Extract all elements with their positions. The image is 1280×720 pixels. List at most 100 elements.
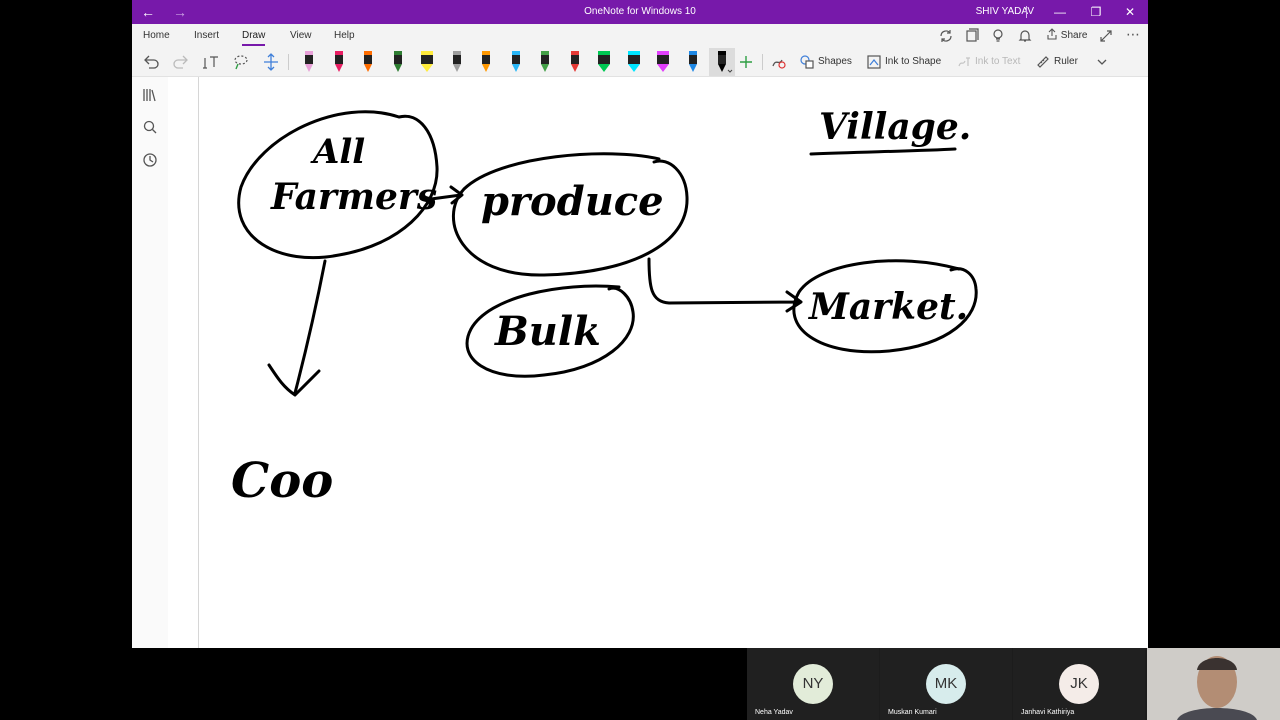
toolbar-divider <box>762 54 763 70</box>
pen-icon <box>541 51 549 72</box>
ink-arrow-down <box>267 259 327 397</box>
restore-icon[interactable]: ❐ <box>1078 0 1114 24</box>
meeting-participants: NY Neha Yadav MK Muskan Kumari JK Janhav… <box>747 648 1280 720</box>
title-separator <box>1026 6 1027 18</box>
expand-icon[interactable] <box>1098 28 1114 44</box>
presenter-silhouette-icon <box>1147 648 1280 720</box>
share-icon <box>1047 28 1057 40</box>
ink-text-all: All <box>310 132 365 172</box>
share-button[interactable]: Share <box>1046 24 1087 48</box>
ink-arrow-produce-market <box>647 257 803 313</box>
share-label: Share <box>1060 30 1088 41</box>
pen-icon <box>657 51 669 72</box>
recent-notes-icon[interactable] <box>142 152 158 168</box>
participant-name: Muskan Kumari <box>888 709 937 716</box>
redo-icon[interactable] <box>171 52 191 72</box>
lasso-select-icon[interactable] <box>231 52 251 72</box>
highlighter-12[interactable] <box>621 48 647 76</box>
pen-4[interactable] <box>385 48 411 76</box>
pen-icon <box>452 51 461 72</box>
participant-tile[interactable]: JK Janhavi Kathiriya <box>1013 648 1145 720</box>
participant-avatar: MK <box>926 664 966 704</box>
participant-tile[interactable]: MK Muskan Kumari <box>880 648 1012 720</box>
pen-icon <box>688 51 697 72</box>
shapes-label: Shapes <box>818 56 852 67</box>
navigation-sidebar <box>132 77 169 648</box>
participant-avatar: NY <box>793 664 833 704</box>
shapes-icon <box>800 55 814 69</box>
ink-layer: All Farmers produce Bulk Market. Village… <box>231 106 978 509</box>
participant-name: Neha Yadav <box>755 709 793 716</box>
tab-view[interactable]: View <box>290 24 312 48</box>
replay-ink-icon[interactable] <box>768 52 788 72</box>
ink-to-shape-label: Ink to Shape <box>885 56 942 67</box>
pen-10[interactable] <box>562 48 588 76</box>
pages-icon[interactable] <box>964 28 980 44</box>
presenter-video[interactable] <box>1147 648 1280 720</box>
pen-icon <box>334 51 343 72</box>
tab-home[interactable]: Home <box>143 24 170 48</box>
pen-15[interactable] <box>709 48 735 76</box>
ink-text-village: Village. <box>819 106 971 148</box>
pen-icon <box>570 51 579 72</box>
pen-6[interactable] <box>444 48 470 76</box>
pen-1[interactable] <box>296 48 322 76</box>
pen-icon <box>393 51 402 72</box>
add-pen-icon[interactable] <box>736 52 756 72</box>
draw-toolbar: Shapes Ink to Shape Ink to Text Ruler <box>132 48 1148 77</box>
pen-3[interactable] <box>355 48 381 76</box>
pen-8[interactable] <box>503 48 529 76</box>
pen-14[interactable] <box>680 48 706 76</box>
tab-draw[interactable]: Draw <box>242 24 266 48</box>
ink-to-text-label: Ink to Text <box>975 56 1021 67</box>
sync-icon[interactable] <box>938 28 954 44</box>
add-space-icon[interactable] <box>261 52 281 72</box>
ruler-button[interactable]: Ruler <box>1036 48 1078 76</box>
onenote-window: ← → OneNote for Windows 10 SHIV YADAV — … <box>132 0 1148 648</box>
pen-icon <box>305 51 313 72</box>
pen-icon <box>627 51 640 72</box>
notebooks-icon[interactable] <box>142 87 158 103</box>
ink-to-text-button[interactable]: Ink to Text <box>957 48 1020 76</box>
tab-insert[interactable]: Insert <box>194 24 219 48</box>
close-icon[interactable]: ✕ <box>1112 0 1148 24</box>
ink-text-coo: Coo <box>231 453 333 509</box>
toolbar-divider <box>288 54 289 70</box>
pen-icon <box>598 51 610 72</box>
type-select-icon[interactable] <box>201 52 221 72</box>
user-name[interactable]: SHIV YADAV <box>944 0 1034 24</box>
chevron-down-icon[interactable] <box>1092 52 1112 72</box>
ink-to-shape-button[interactable]: Ink to Shape <box>867 48 941 76</box>
ink-to-shape-icon <box>867 55 881 69</box>
pen-icon <box>718 51 733 73</box>
pen-2[interactable] <box>326 48 352 76</box>
ink-text-bulk: Bulk <box>494 308 601 355</box>
undo-icon[interactable] <box>141 52 161 72</box>
search-icon[interactable] <box>142 119 158 135</box>
more-options-icon[interactable]: ⋯ <box>1126 26 1142 42</box>
pen-icon <box>511 51 520 72</box>
pen-7[interactable] <box>473 48 499 76</box>
participant-avatar: JK <box>1059 664 1099 704</box>
participant-name: Janhavi Kathiriya <box>1021 709 1075 716</box>
ink-to-text-icon <box>958 57 970 67</box>
ink-text-produce: produce <box>481 178 664 225</box>
pen-icon <box>364 51 372 72</box>
highlighter-5[interactable] <box>414 48 440 76</box>
pen-icon <box>421 51 433 72</box>
minimize-icon[interactable]: — <box>1042 0 1078 24</box>
bell-icon[interactable] <box>1017 28 1033 44</box>
highlighter-11[interactable] <box>591 48 617 76</box>
ruler-label: Ruler <box>1054 56 1078 67</box>
lightbulb-icon[interactable] <box>990 28 1006 44</box>
tab-help[interactable]: Help <box>334 24 355 48</box>
participant-tile[interactable]: NY Neha Yadav <box>747 648 879 720</box>
note-canvas[interactable]: All Farmers produce Bulk Market. Village… <box>199 77 1148 648</box>
ink-text-farmers: Farmers <box>270 176 437 218</box>
pen-9[interactable] <box>532 48 558 76</box>
title-bar: ← → OneNote for Windows 10 SHIV YADAV — … <box>132 0 1148 24</box>
pen-icon <box>482 51 490 72</box>
shapes-button[interactable]: Shapes <box>800 48 852 76</box>
ruler-icon <box>1037 56 1049 68</box>
highlighter-13[interactable] <box>650 48 676 76</box>
